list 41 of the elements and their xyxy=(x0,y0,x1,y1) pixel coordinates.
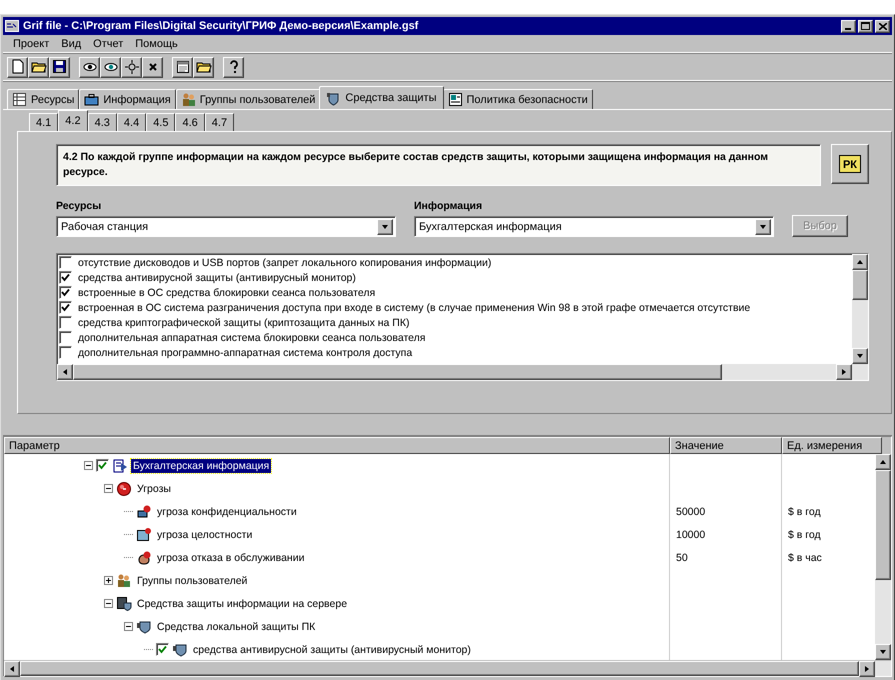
tree-item[interactable]: угроза целостности xyxy=(155,528,254,542)
information-dropdown[interactable]: Бухгалтерская информация xyxy=(414,216,774,237)
tab[interactable]: Ресурсы xyxy=(7,89,80,109)
menu-item[interactable]: Проект xyxy=(7,37,56,51)
tree-item[interactable]: Угрозы xyxy=(135,482,173,496)
measure-label: средства криптографической защиты (криптозащита данных на ПК) xyxy=(78,316,410,328)
tab[interactable]: Информация xyxy=(79,89,176,109)
value-cell: 50000 xyxy=(676,506,706,518)
report-button[interactable]: РК xyxy=(831,144,869,184)
unit-cell: $ в год xyxy=(788,528,821,540)
resources-label: Ресурсы xyxy=(56,200,102,212)
value-cell: 10000 xyxy=(676,528,706,540)
measure-label: дополнительная аппаратная система блокировки сеанса пользователя xyxy=(78,332,426,344)
menu-item[interactable]: Вид xyxy=(55,37,88,51)
tree-item[interactable]: Группы пользователей xyxy=(135,574,250,588)
tree-item[interactable]: средства антивирусной защиты (антивирусный монитор) xyxy=(191,642,473,656)
value-cell: 50 xyxy=(676,552,688,564)
information-label: Информация xyxy=(414,200,484,212)
tab[interactable]: Группы пользователей xyxy=(176,89,320,109)
column-header[interactable]: Ед. измерения xyxy=(782,437,882,454)
tree-item[interactable]: Средства локальной защиты ПК xyxy=(155,620,318,634)
measure-label: встроенная в ОС система разграничения доступа при входе в систему (в случае применения Win 98 в этой графе отмечается отсутствие xyxy=(78,302,750,314)
tree-item[interactable]: угроза конфиденциальности xyxy=(155,504,299,518)
window-title: Grif file - C:\Program Files\Digital Security\ГРИФ Демо-версия\Example.gsf xyxy=(23,20,420,32)
resources-dropdown[interactable]: Рабочая станция xyxy=(56,216,396,237)
tree-item[interactable]: Бухгалтерская информация xyxy=(131,458,272,472)
unit-cell: $ в год xyxy=(788,506,821,518)
tree-item[interactable]: угроза отказа в обслуживании xyxy=(155,550,306,564)
measure-label: средства антивирусной защиты (антивирусный монитор) xyxy=(78,272,356,284)
measure-label: отсутствие дисководов и USB портов (запрет локального копирования информации) xyxy=(78,256,492,268)
column-header[interactable]: Значение xyxy=(670,437,782,454)
tab[interactable]: Политика безопасности xyxy=(442,89,593,109)
instruction-text: 4.2 По каждой группе информации на каждом ресурсе выберите состав средств защиты, которыми защищена информация на данном ресурсе. xyxy=(56,144,821,186)
column-header[interactable]: Параметр xyxy=(4,437,670,454)
unit-cell: $ в час xyxy=(788,552,822,564)
tree-item[interactable]: Средства защиты информации на сервере xyxy=(135,596,350,610)
measure-label: дополнительная программно-аппаратная система контроля доступа xyxy=(78,346,412,358)
tab[interactable]: Средства защиты xyxy=(319,86,444,109)
menu-item[interactable]: Отчет xyxy=(87,37,130,51)
measure-label: встроенные в ОС средства блокировки сеанса пользователя xyxy=(78,286,376,298)
menu-item[interactable]: Помощь xyxy=(129,37,184,51)
